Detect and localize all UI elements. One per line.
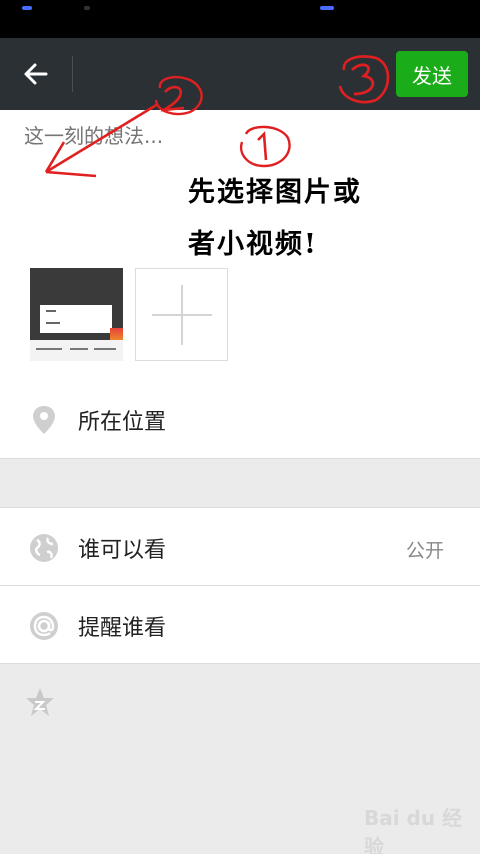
remind-label: 提醒谁看	[78, 616, 167, 641]
thought-input[interactable]	[24, 124, 454, 148]
visibility-row[interactable]: 谁可以看 公开	[0, 508, 480, 586]
plus-icon	[181, 285, 183, 345]
send-button[interactable]: 发送	[396, 51, 468, 97]
star-icon[interactable]	[24, 686, 56, 718]
thumbnail-card	[40, 305, 112, 333]
divider	[0, 663, 480, 664]
status-indicator	[320, 6, 334, 10]
globe-icon	[30, 534, 58, 562]
visibility-value: 公开	[405, 540, 444, 562]
status-bar	[0, 0, 480, 38]
add-media-button[interactable]	[135, 268, 228, 361]
thumbnail-footer	[30, 340, 123, 361]
selected-image-thumbnail[interactable]	[30, 268, 123, 361]
divider	[72, 56, 73, 92]
status-indicator	[22, 6, 32, 10]
location-row[interactable]: 所在位置	[0, 380, 480, 458]
status-indicator	[84, 6, 90, 10]
divider	[0, 458, 480, 459]
annotation-note: 者小视频!	[188, 229, 318, 260]
back-button[interactable]	[12, 52, 60, 96]
location-label: 所在位置	[78, 410, 167, 435]
top-bar: 发送	[0, 38, 480, 110]
remind-row[interactable]: 提醒谁看	[0, 586, 480, 664]
back-arrow-icon	[24, 63, 48, 85]
location-pin-icon	[33, 406, 55, 434]
visibility-label: 谁可以看	[78, 538, 167, 563]
annotation-note: 先选择图片或	[188, 177, 362, 208]
watermark: Bai du 经验	[364, 806, 463, 854]
at-icon	[30, 612, 58, 640]
